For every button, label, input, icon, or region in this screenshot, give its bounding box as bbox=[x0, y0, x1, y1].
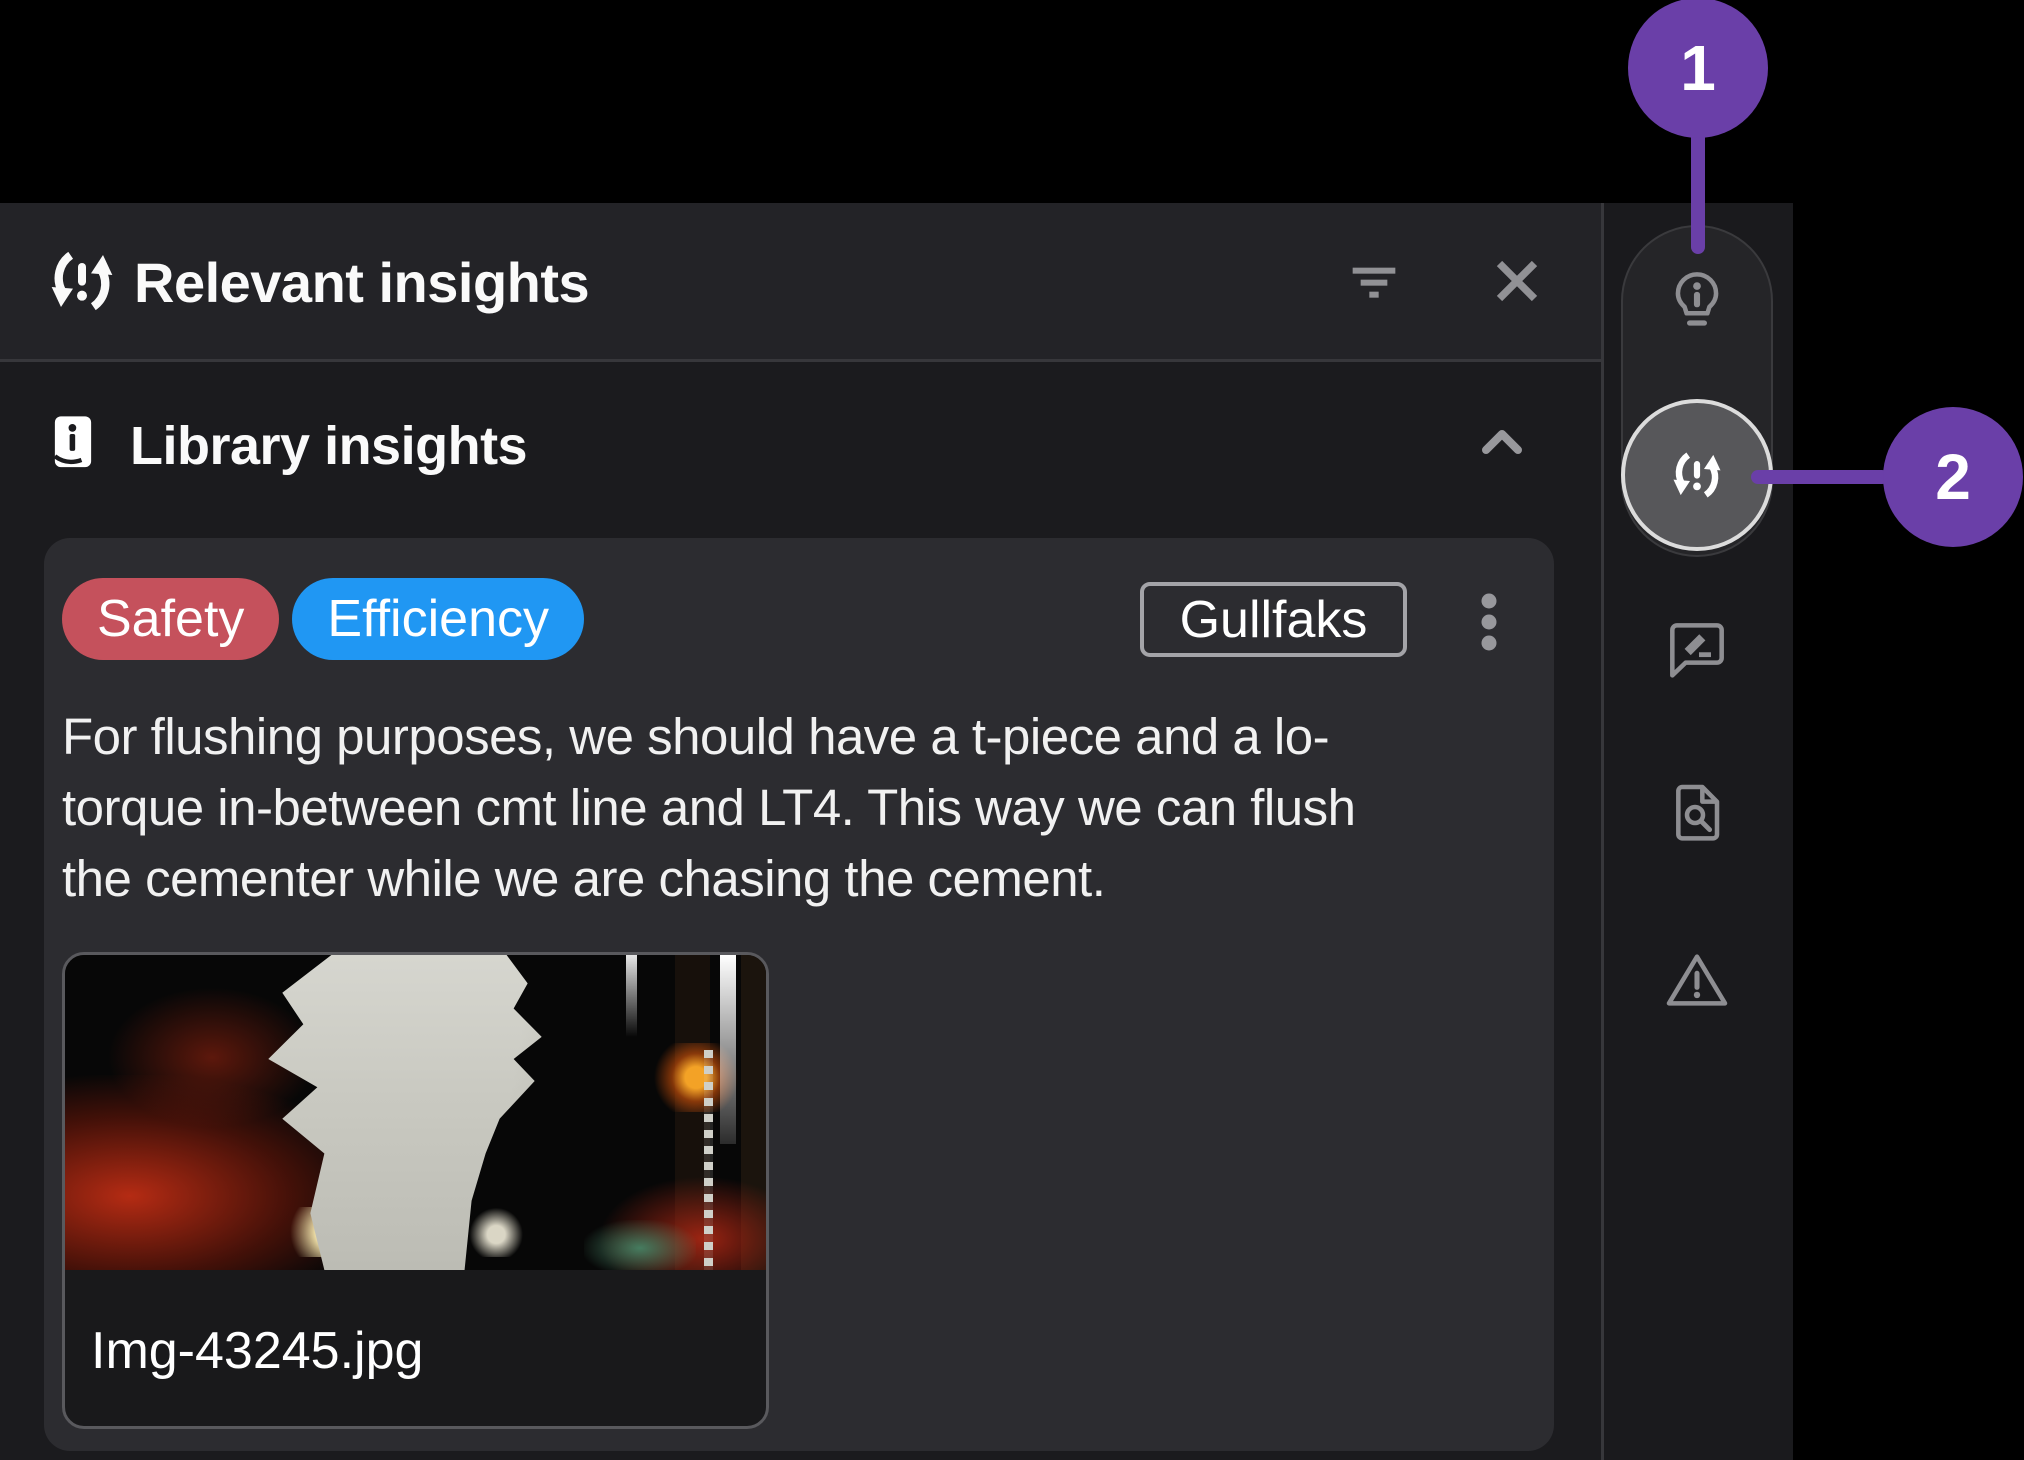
right-icon-rail bbox=[1601, 203, 1793, 1460]
description-line: the cementer while we are chasing the ce… bbox=[62, 843, 1355, 914]
rail-item-warnings[interactable] bbox=[1665, 948, 1729, 1012]
tags-row: Safety Efficiency bbox=[62, 578, 584, 660]
library-book-icon bbox=[44, 408, 102, 478]
close-icon bbox=[1487, 251, 1547, 311]
description-line: torque in-between cmt line and LT4. This… bbox=[62, 772, 1355, 843]
annotation-number: 1 bbox=[1680, 31, 1716, 105]
panel-header: Relevant insights bbox=[0, 203, 1601, 362]
chevron-up-icon bbox=[1470, 410, 1534, 474]
annotation-step-2: 2 bbox=[1883, 407, 2023, 547]
document-search-icon bbox=[1665, 781, 1729, 845]
rail-item-lightbulb[interactable] bbox=[1665, 269, 1729, 333]
description-line: For flushing purposes, we should have a … bbox=[62, 701, 1355, 772]
relevant-insights-panel: Relevant insights bbox=[0, 203, 1601, 1460]
insights-toggle-group bbox=[1621, 225, 1773, 557]
insight-card: Safety Efficiency Gullfaks For flushing … bbox=[44, 538, 1554, 1451]
panel-title: Relevant insights bbox=[134, 247, 589, 319]
app-screenshot: Relevant insights bbox=[0, 0, 2024, 1460]
collapse-section-button[interactable] bbox=[1468, 408, 1536, 476]
rail-item-feedback[interactable] bbox=[1665, 618, 1729, 682]
attachment-tile[interactable]: Img-43245.jpg bbox=[62, 952, 769, 1429]
feedback-pen-icon bbox=[1665, 618, 1729, 682]
attachment-filename: Img-43245.jpg bbox=[91, 1321, 423, 1381]
insight-description: For flushing purposes, we should have a … bbox=[62, 701, 1355, 914]
section-title: Library insights bbox=[130, 415, 527, 477]
filter-button[interactable] bbox=[1340, 247, 1408, 315]
relevant-insights-icon bbox=[1666, 444, 1728, 506]
warning-triangle-icon bbox=[1665, 948, 1729, 1012]
tag-safety[interactable]: Safety bbox=[62, 578, 279, 660]
annotation-connector-2 bbox=[1751, 470, 1889, 484]
relevant-insights-icon bbox=[42, 241, 122, 321]
tag-efficiency[interactable]: Efficiency bbox=[292, 578, 584, 660]
annotation-step-1: 1 bbox=[1628, 0, 1768, 138]
field-badge: Gullfaks bbox=[1140, 582, 1407, 657]
annotation-number: 2 bbox=[1935, 440, 1971, 514]
attachment-photo bbox=[65, 955, 766, 1270]
annotation-connector-1 bbox=[1691, 128, 1705, 254]
filter-icon bbox=[1342, 249, 1406, 313]
rail-item-document-search[interactable] bbox=[1665, 781, 1729, 845]
card-menu-button[interactable] bbox=[1459, 586, 1519, 658]
kebab-menu-icon bbox=[1477, 592, 1501, 652]
close-panel-button[interactable] bbox=[1483, 247, 1551, 315]
lightbulb-info-icon bbox=[1665, 269, 1729, 333]
